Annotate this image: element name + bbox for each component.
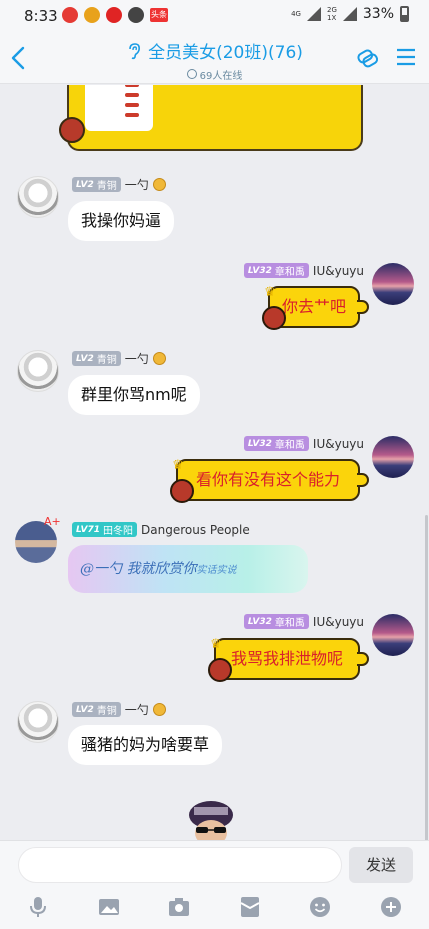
share-icon[interactable] — [353, 44, 381, 72]
bubble-avatar-decoration — [170, 479, 194, 503]
plus-icon[interactable] — [379, 895, 403, 919]
message-bubble[interactable]: 骚猪的妈为啥要草 — [68, 725, 223, 765]
sender-row: LV32 章和禹 IU&yuyu — [243, 614, 364, 629]
message-bubble[interactable]: ♛ 看你有没有这个能力 — [170, 458, 369, 503]
bubble-avatar-decoration — [262, 306, 286, 330]
sender-name: IU&yuyu — [312, 263, 364, 278]
message-bubble[interactable]: @一勺 我就欣赏你实话实说 — [68, 545, 308, 593]
medal-icon — [152, 703, 166, 716]
video-icon — [106, 7, 122, 23]
message-bubble[interactable]: 群里你骂nm呢 — [68, 375, 200, 415]
level-badge: LV32 章和禹 — [243, 614, 309, 629]
network-2g-indicator: 2G 1X — [326, 6, 337, 22]
previous-image-thumbnail[interactable] — [85, 85, 153, 131]
sticker-image[interactable] — [182, 797, 240, 840]
chat-header: 全员美女(20班)(76) 69人在线 — [0, 32, 429, 84]
battery-percent: 33% — [362, 6, 394, 22]
level-badge: LV71 田冬阳 — [72, 522, 137, 537]
weibo-icon — [84, 7, 100, 23]
group-name: 全员美女(20班)(76) — [148, 43, 303, 63]
group-title: 全员美女(20班)(76) — [126, 38, 303, 63]
ear-icon — [129, 42, 141, 59]
bubble-avatar-decoration — [59, 117, 85, 143]
medal-icon — [152, 178, 166, 191]
avatar[interactable] — [17, 350, 59, 392]
signal-icon-2 — [342, 7, 357, 21]
network-4g-indicator: 4G — [291, 10, 301, 18]
input-bar: 发送 — [0, 840, 429, 929]
sender-name: 一勺 — [124, 703, 149, 717]
scrollbar[interactable] — [425, 515, 428, 840]
previous-image-bubble[interactable] — [59, 85, 363, 151]
avatar[interactable] — [372, 614, 414, 656]
toutiao-icon: 头条 — [150, 8, 168, 22]
message-bubble[interactable]: ♛ 你去艹吧 — [262, 285, 369, 330]
signal-icon — [306, 7, 321, 21]
bubble-tail — [357, 652, 369, 666]
message-input[interactable] — [18, 847, 342, 883]
battery-icon — [400, 6, 409, 22]
send-button[interactable]: 发送 — [349, 847, 413, 883]
sender-row: LV2 青铜 一勺 — [72, 176, 166, 193]
sender-name: 一勺 — [124, 178, 149, 192]
level-badge: LV32 章和禹 — [243, 436, 309, 451]
sender-name: Dangerous People — [141, 522, 250, 537]
menu-icon[interactable] — [395, 46, 417, 68]
medal-icon — [152, 352, 166, 365]
sender-row: LV2 青铜 一勺 — [72, 701, 166, 718]
message-bubble[interactable]: 我操你妈逼 — [68, 201, 175, 241]
sender-name: IU&yuyu — [312, 436, 364, 451]
system-indicators: 4G 2G 1X 33% — [291, 6, 409, 22]
red-packet-icon[interactable] — [238, 895, 262, 919]
sender-row: LV32 章和禹 IU&yuyu — [243, 436, 364, 451]
sender-row: LV32 章和禹 IU&yuyu — [243, 263, 364, 278]
level-badge: LV32 章和禹 — [243, 263, 309, 278]
bubble-tail — [357, 300, 369, 314]
avatar[interactable] — [372, 436, 414, 478]
level-badge: LV2 青铜 — [72, 702, 121, 717]
bubble-avatar-decoration — [208, 658, 232, 682]
clock-icon — [128, 7, 144, 23]
emoji-icon[interactable] — [308, 895, 332, 919]
online-count: 69人在线 — [186, 67, 242, 82]
avatar[interactable] — [372, 263, 414, 305]
message-list[interactable]: LV2 青铜 一勺 我操你妈逼 LV32 章和禹 IU&yuyu ♛ 你去艹吧 LV… — [0, 85, 429, 840]
avatar[interactable] — [17, 701, 59, 743]
sender-name: IU&yuyu — [312, 614, 364, 629]
toolbar — [0, 895, 429, 923]
level-badge: LV2 青铜 — [72, 177, 121, 192]
level-badge: LV2 青铜 — [72, 351, 121, 366]
mic-icon[interactable] — [26, 895, 50, 919]
sender-row: LV71 田冬阳 Dangerous People — [72, 522, 250, 537]
vip-icon: A+ — [44, 515, 61, 528]
bubble-tail — [357, 473, 369, 487]
clock: 8:33 — [24, 7, 58, 25]
status-bar: 8:33 头条 4G 2G 1X 33% — [0, 0, 429, 32]
sender-row: LV2 青铜 一勺 — [72, 350, 166, 367]
sender-name: 一勺 — [124, 352, 149, 366]
online-icon — [186, 69, 197, 79]
camera-icon[interactable] — [167, 895, 191, 919]
image-icon[interactable] — [97, 895, 121, 919]
notification-icons: 头条 — [62, 7, 168, 23]
location-icon — [62, 7, 78, 23]
message-bubble[interactable]: ♛ 我骂我排泄物呢 — [208, 637, 369, 682]
avatar[interactable] — [17, 176, 59, 218]
